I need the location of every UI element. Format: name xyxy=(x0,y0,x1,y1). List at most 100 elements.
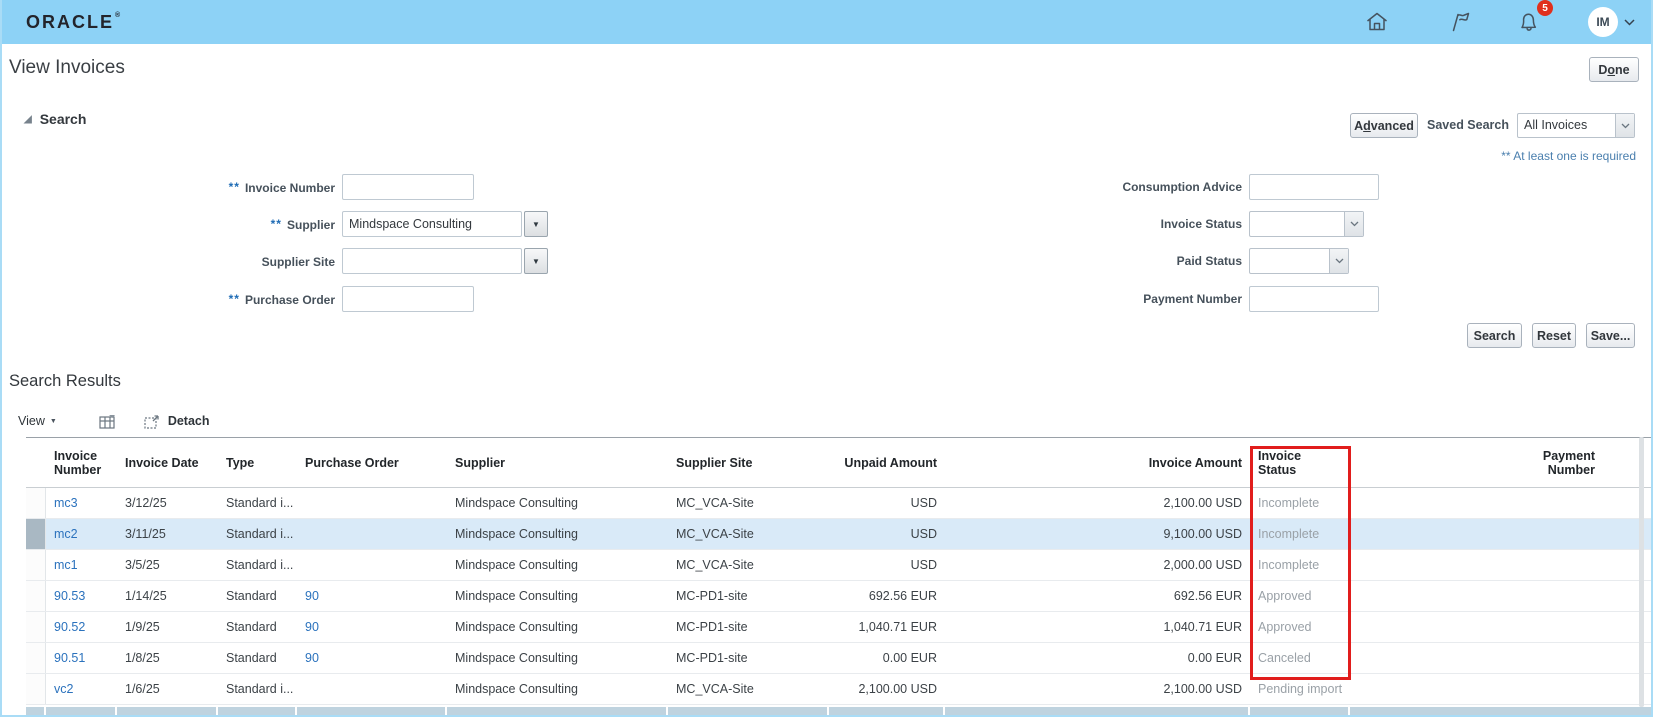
cell-type: Standard xyxy=(218,643,297,673)
cell-invoice-number[interactable]: 90.51 xyxy=(46,643,117,673)
cell-invoice-number[interactable]: 90.52 xyxy=(46,612,117,642)
cell-invoice-date: 1/14/25 xyxy=(117,581,218,611)
table-row[interactable]: 90.531/14/25Standard90Mindspace Consulti… xyxy=(26,581,1653,612)
table-scrollbar[interactable] xyxy=(1639,437,1644,707)
cell-supplier-site: MC_VCA-Site xyxy=(668,488,829,518)
user-menu[interactable]: IM xyxy=(1588,7,1635,37)
reset-button[interactable]: Reset xyxy=(1532,323,1576,348)
detach-button[interactable]: Detach xyxy=(144,414,210,429)
search-button[interactable]: Search xyxy=(1467,323,1522,348)
cell-invoice-amount: 2,000.00 USD xyxy=(945,550,1250,580)
view-menu-button[interactable]: View ▼ xyxy=(18,414,57,428)
advanced-button[interactable]: Advanced xyxy=(1350,113,1418,138)
supplier-site-combo: ▼ xyxy=(342,248,548,274)
cell-payment-number xyxy=(1350,612,1653,642)
table-row[interactable]: mc13/5/25Standard i...Mindspace Consulti… xyxy=(26,550,1653,581)
column-header-payment-number[interactable]: Payment Number xyxy=(1350,438,1653,487)
column-header-invoice-date[interactable]: Invoice Date xyxy=(117,438,218,487)
column-header-unpaid-amount[interactable]: Unpaid Amount xyxy=(829,438,945,487)
paid-status-select[interactable] xyxy=(1249,248,1349,274)
cell-supplier: Mindspace Consulting xyxy=(447,581,668,611)
cell-payment-number xyxy=(1350,519,1653,549)
table-row[interactable]: mc33/12/25Standard i...Mindspace Consult… xyxy=(26,488,1653,519)
chevron-down-icon[interactable] xyxy=(1329,249,1348,273)
save-button[interactable]: Save... xyxy=(1586,323,1635,348)
cell-type: Standard xyxy=(218,581,297,611)
cell-unpaid-amount: 1,040.71 EUR xyxy=(829,612,945,642)
supplier-dropdown-button[interactable]: ▼ xyxy=(524,211,548,237)
cell-type: Standard i... xyxy=(218,550,297,580)
column-header-purchase-order[interactable]: Purchase Order xyxy=(297,438,447,487)
table-row[interactable]: 90.521/9/25Standard90Mindspace Consultin… xyxy=(26,612,1653,643)
cell-invoice-date: 1/6/25 xyxy=(117,674,218,704)
cell-invoice-amount: 692.56 EUR xyxy=(945,581,1250,611)
row-selector[interactable] xyxy=(26,612,46,642)
dropdown-arrow-icon: ▼ xyxy=(50,418,57,425)
cell-payment-number xyxy=(1350,550,1653,580)
cell-invoice-status: Approved xyxy=(1250,581,1350,611)
table-row[interactable]: mc23/11/25Standard i...Mindspace Consult… xyxy=(26,519,1653,550)
search-results-title: Search Results xyxy=(9,372,121,391)
cell-invoice-number[interactable]: mc1 xyxy=(46,550,117,580)
row-selector[interactable] xyxy=(26,643,46,673)
purchase-order-label: **Purchase Order xyxy=(123,286,335,313)
table-row[interactable]: 90.511/8/25Standard90Mindspace Consultin… xyxy=(26,643,1653,674)
cell-purchase-order[interactable]: 90 xyxy=(297,581,447,611)
saved-search-label: Saved Search xyxy=(1427,113,1509,138)
done-button[interactable]: Done xyxy=(1589,57,1639,82)
cell-purchase-order[interactable]: 90 xyxy=(297,612,447,642)
cell-type: Standard xyxy=(218,612,297,642)
flag-icon[interactable] xyxy=(1446,7,1476,37)
cell-invoice-number[interactable]: vc2 xyxy=(46,674,117,704)
column-header-invoice-status[interactable]: Invoice Status xyxy=(1250,438,1350,487)
cell-payment-number xyxy=(1350,581,1653,611)
column-header-invoice-number[interactable]: Invoice Number xyxy=(46,438,117,487)
invoice-number-label: **Invoice Number xyxy=(123,174,335,201)
cell-purchase-order xyxy=(297,550,447,580)
cell-invoice-date: 3/11/25 xyxy=(117,519,218,549)
chevron-down-icon[interactable] xyxy=(1344,212,1363,236)
cell-supplier: Mindspace Consulting xyxy=(447,550,668,580)
supplier-input[interactable] xyxy=(342,211,522,237)
consumption-advice-input[interactable] xyxy=(1249,174,1379,200)
cell-unpaid-amount: 0.00 EUR xyxy=(829,643,945,673)
notifications-bell-icon[interactable]: 5 xyxy=(1514,7,1544,37)
cell-invoice-number[interactable]: 90.53 xyxy=(46,581,117,611)
horizontal-scroll-band[interactable] xyxy=(26,707,1653,715)
column-header-supplier[interactable]: Supplier xyxy=(447,438,668,487)
payment-number-input[interactable] xyxy=(1249,286,1379,312)
cell-invoice-status: Incomplete xyxy=(1250,550,1350,580)
saved-search-select[interactable]: All Invoices xyxy=(1517,113,1635,138)
row-selector[interactable] xyxy=(26,581,46,611)
table-row[interactable]: vc21/6/25Standard i...Mindspace Consulti… xyxy=(26,674,1653,705)
supplier-site-input[interactable] xyxy=(342,248,522,274)
query-by-example-icon[interactable] xyxy=(99,414,116,429)
cell-purchase-order[interactable]: 90 xyxy=(297,643,447,673)
cell-invoice-number[interactable]: mc3 xyxy=(46,488,117,518)
saved-search-value: All Invoices xyxy=(1518,114,1615,137)
consumption-advice-label: Consumption Advice xyxy=(1030,174,1242,200)
row-selector[interactable] xyxy=(26,550,46,580)
avatar[interactable]: IM xyxy=(1588,7,1618,37)
invoice-status-select[interactable] xyxy=(1249,211,1364,237)
cell-invoice-amount: 2,100.00 USD xyxy=(945,488,1250,518)
chevron-down-icon[interactable] xyxy=(1615,114,1634,137)
cell-invoice-status: Canceled xyxy=(1250,643,1350,673)
payment-number-label: Payment Number xyxy=(1030,286,1242,312)
search-section-header[interactable]: ◢ Search xyxy=(24,111,86,127)
home-icon[interactable] xyxy=(1362,7,1392,37)
row-selector[interactable] xyxy=(26,519,46,549)
supplier-site-dropdown-button[interactable]: ▼ xyxy=(524,248,548,274)
cell-supplier-site: MC-PD1-site xyxy=(668,581,829,611)
invoice-number-input[interactable] xyxy=(342,174,474,200)
row-selector[interactable] xyxy=(26,674,46,704)
cell-invoice-date: 1/8/25 xyxy=(117,643,218,673)
supplier-site-label: Supplier Site xyxy=(123,248,335,275)
column-header-supplier-site[interactable]: Supplier Site xyxy=(668,438,829,487)
column-header-type[interactable]: Type xyxy=(218,438,297,487)
column-header-invoice-amount[interactable]: Invoice Amount xyxy=(945,438,1250,487)
search-results-table: Invoice NumberInvoice DateTypePurchase O… xyxy=(26,437,1653,705)
purchase-order-input[interactable] xyxy=(342,286,474,312)
row-selector[interactable] xyxy=(26,488,46,518)
cell-invoice-number[interactable]: mc2 xyxy=(46,519,117,549)
